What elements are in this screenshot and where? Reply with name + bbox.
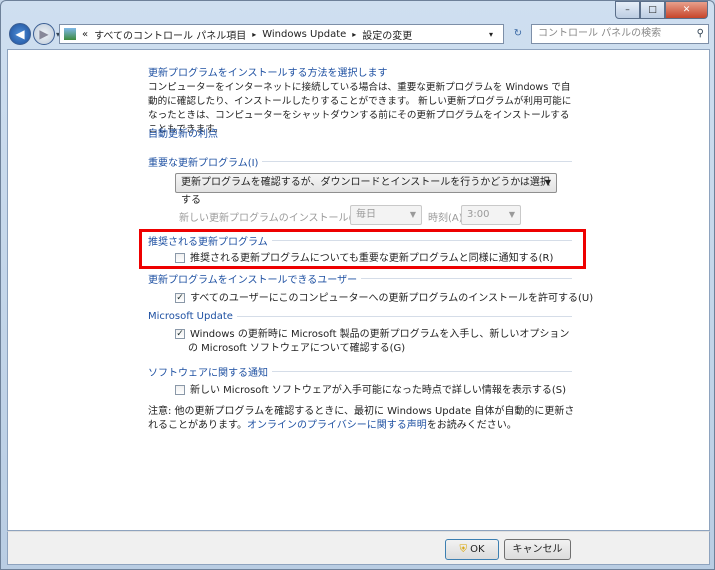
microsoft-update-heading: Microsoft Update xyxy=(148,311,233,322)
back-button[interactable]: ◀ xyxy=(9,23,31,45)
breadcrumb-separator[interactable]: ▸ xyxy=(252,30,256,39)
important-updates-select[interactable]: 更新プログラムを確認するが、ダウンロードとインストールを行うかどうかは選択する ▼ xyxy=(175,173,557,206)
close-button[interactable]: ✕ xyxy=(665,1,708,19)
recommended-updates-checkbox[interactable]: 推奨される更新プログラムについても重要な更新プログラムと同様に通知する(R) xyxy=(175,249,553,264)
search-placeholder: コントロール パネルの検索 xyxy=(538,28,662,39)
caption-buttons: – □ ✕ xyxy=(615,1,708,19)
install-time-select[interactable]: 3:00 ▼ xyxy=(461,205,521,225)
maximize-button[interactable]: □ xyxy=(640,1,665,19)
cancel-button[interactable]: キャンセル xyxy=(504,539,571,560)
breadcrumb-overflow[interactable]: « xyxy=(82,29,88,40)
address-dropdown[interactable]: ▾ xyxy=(489,30,493,39)
page-title: 更新プログラムをインストールする方法を選択します xyxy=(148,68,388,79)
search-input[interactable]: コントロール パネルの検索 ⚲ xyxy=(531,24,709,44)
breadcrumb-windows-update[interactable]: Windows Update xyxy=(262,29,346,40)
install-time-label: 時刻(A) xyxy=(428,213,463,224)
ok-button[interactable]: ⛨ OK xyxy=(445,539,499,560)
software-notifications-heading: ソフトウェアに関する通知 xyxy=(148,368,268,379)
forward-button[interactable]: ▶ xyxy=(33,23,55,45)
important-updates-heading: 重要な更新プログラム(I) xyxy=(148,158,259,169)
note: 注意: 他の更新プログラムを確認するときに、最初に Windows Update… xyxy=(148,406,575,431)
benefits-link[interactable]: 自動更新の利点 xyxy=(148,125,218,140)
breadcrumb-separator[interactable]: ▸ xyxy=(352,30,356,39)
shield-icon: ⛨ xyxy=(459,544,467,555)
allow-all-users-checkbox[interactable]: ✓ すべてのユーザーにこのコンピューターへの更新プログラムのインストールを許可する… xyxy=(175,289,593,304)
microsoft-update-checkbox[interactable]: ✓ Windows の更新時に Microsoft 製品の更新プログラムを入手し、… xyxy=(175,328,575,356)
install-schedule-label: 新しい更新プログラムのインストール(N): xyxy=(179,213,368,224)
breadcrumb-change-settings[interactable]: 設定の変更 xyxy=(362,27,412,42)
who-can-install-heading: 更新プログラムをインストールできるユーザー xyxy=(148,275,358,286)
install-day-select[interactable]: 毎日 ▼ xyxy=(350,205,422,225)
search-icon[interactable]: ⚲ xyxy=(697,25,704,43)
refresh-button[interactable]: ↻ xyxy=(508,24,528,44)
recommended-updates-heading: 推奨される更新プログラム xyxy=(148,237,268,248)
control-panel-icon xyxy=(64,28,76,40)
address-bar[interactable]: « すべてのコントロール パネル項目 ▸ Windows Update ▸ 設定… xyxy=(59,24,504,44)
button-bar xyxy=(7,531,710,565)
window-frame: – □ ✕ ◀ ▶ ▾ « すべてのコントロール パネル項目 ▸ Windows… xyxy=(0,0,715,570)
breadcrumb-all-control-panel[interactable]: すべてのコントロール パネル項目 xyxy=(94,27,246,42)
privacy-link[interactable]: オンラインのプライバシーに関する声明 xyxy=(247,420,427,431)
minimize-button[interactable]: – xyxy=(615,1,640,19)
software-notifications-checkbox[interactable]: 新しい Microsoft ソフトウェアが入手可能になった時点で詳しい情報を表示… xyxy=(175,381,566,396)
